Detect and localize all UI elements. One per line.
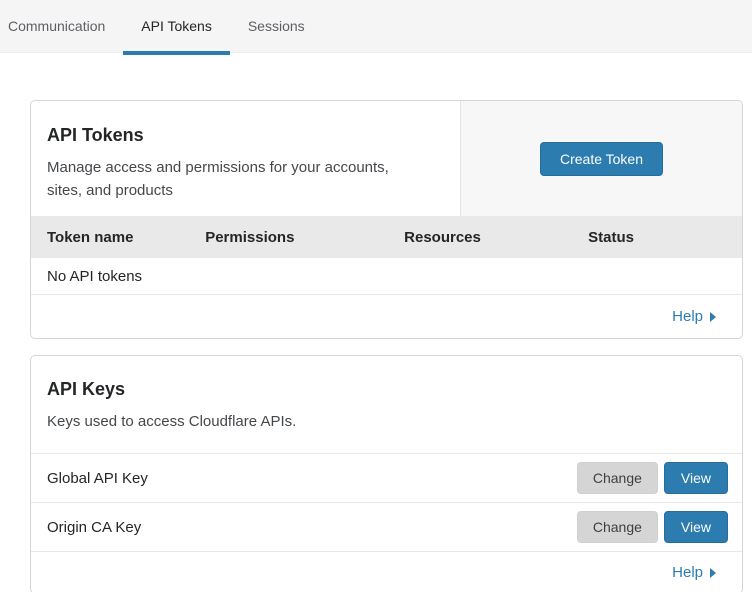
tab-sessions[interactable]: Sessions <box>230 0 323 52</box>
column-header-resources: Resources <box>404 229 588 246</box>
api-tokens-card-header-text: API Tokens Manage access and permissions… <box>31 101 461 216</box>
change-origin-ca-key-button[interactable]: Change <box>577 511 658 543</box>
tab-bar: Communication API Tokens Sessions <box>0 0 752 53</box>
change-global-api-key-button[interactable]: Change <box>577 462 658 494</box>
api-keys-help-link[interactable]: Help <box>672 564 716 581</box>
tokens-empty-message: No API tokens <box>47 268 142 285</box>
table-row-origin-ca-key: Origin CA Key Change View <box>31 502 742 551</box>
api-keys-card-header: API Keys Keys used to access Cloudflare … <box>31 356 742 453</box>
key-row-label: Origin CA Key <box>47 519 141 536</box>
key-row-label: Global API Key <box>47 470 148 487</box>
api-keys-description: Keys used to access Cloudflare APIs. <box>47 410 412 433</box>
create-token-button[interactable]: Create Token <box>540 142 663 176</box>
column-header-token-name: Token name <box>47 229 205 246</box>
view-origin-ca-key-button[interactable]: View <box>664 511 728 543</box>
view-global-api-key-button[interactable]: View <box>664 462 728 494</box>
tokens-empty-row: No API tokens <box>31 258 742 295</box>
tab-communication[interactable]: Communication <box>0 0 123 52</box>
caret-right-icon <box>710 312 716 322</box>
api-tokens-card-header-action-panel: Create Token <box>461 101 742 216</box>
api-tokens-card-footer: Help <box>31 295 742 338</box>
api-tokens-title: API Tokens <box>47 125 444 146</box>
tokens-table-header: Token name Permissions Resources Status <box>31 216 742 258</box>
help-link-label: Help <box>672 308 703 325</box>
api-tokens-help-link[interactable]: Help <box>672 308 716 325</box>
api-tokens-card-header: API Tokens Manage access and permissions… <box>31 101 742 216</box>
column-header-status: Status <box>588 229 726 246</box>
api-keys-title: API Keys <box>47 379 726 400</box>
main-content: API Tokens Manage access and permissions… <box>0 53 752 592</box>
key-row-actions: Change View <box>577 462 728 494</box>
help-link-label: Help <box>672 564 703 581</box>
tab-api-tokens[interactable]: API Tokens <box>123 0 230 52</box>
api-keys-card: API Keys Keys used to access Cloudflare … <box>30 355 743 592</box>
api-tokens-description: Manage access and permissions for your a… <box>47 156 412 203</box>
table-row-global-api-key: Global API Key Change View <box>31 453 742 502</box>
api-keys-card-footer: Help <box>31 551 742 592</box>
caret-right-icon <box>710 568 716 578</box>
column-header-permissions: Permissions <box>205 229 404 246</box>
api-tokens-card: API Tokens Manage access and permissions… <box>30 100 743 339</box>
key-row-actions: Change View <box>577 511 728 543</box>
